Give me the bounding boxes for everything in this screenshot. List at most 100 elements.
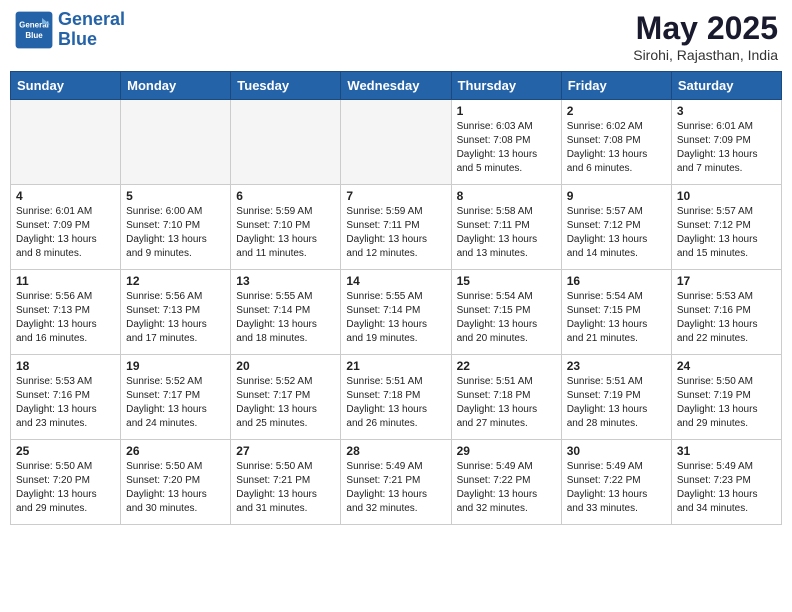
day-number: 19 — [126, 359, 225, 373]
calendar-cell — [11, 100, 121, 185]
day-number: 21 — [346, 359, 445, 373]
day-number: 27 — [236, 444, 335, 458]
day-number: 29 — [457, 444, 556, 458]
cell-content: Sunrise: 5:59 AM Sunset: 7:10 PM Dayligh… — [236, 205, 335, 261]
cell-content: Sunrise: 5:53 AM Sunset: 7:16 PM Dayligh… — [677, 290, 776, 346]
calendar-cell: 23 Sunrise: 5:51 AM Sunset: 7:19 PM Dayli… — [561, 355, 671, 440]
calendar-cell: 5 Sunrise: 6:00 AM Sunset: 7:10 PM Daylig… — [121, 185, 231, 270]
cell-content: Sunrise: 6:02 AM Sunset: 7:08 PM Dayligh… — [567, 120, 666, 176]
weekday-header-friday: Friday — [561, 72, 671, 100]
calendar-cell: 16Sunrise: 5:54 AM Sunset: 7:15 PM Dayli… — [561, 270, 671, 355]
day-number: 31 — [677, 444, 776, 458]
day-number: 16 — [567, 274, 666, 288]
calendar-cell: 1Sunrise: 6:03 AM Sunset: 7:08 PM Daylig… — [451, 100, 561, 185]
cell-content: Sunrise: 5:50 AM Sunset: 7:19 PM Dayligh… — [677, 375, 776, 431]
day-number: 12 — [126, 274, 225, 288]
calendar-cell — [341, 100, 451, 185]
cell-content: Sunrise: 5:54 AM Sunset: 7:15 PM Dayligh… — [457, 290, 556, 346]
title-block: May 2025 Sirohi, Rajasthan, India — [633, 10, 778, 63]
day-number: 13 — [236, 274, 335, 288]
calendar-cell: 13 Sunrise: 5:55 AM Sunset: 7:14 PM Dayli… — [231, 270, 341, 355]
calendar-cell: 2 Sunrise: 6:02 AM Sunset: 7:08 PM Daylig… — [561, 100, 671, 185]
calendar-cell: 31 Sunrise: 5:49 AM Sunset: 7:23 PM Dayli… — [671, 440, 781, 525]
cell-content: Sunrise: 5:49 AM Sunset: 7:21 PM Dayligh… — [346, 460, 445, 516]
day-number: 23 — [567, 359, 666, 373]
cell-content: Sunrise: 5:50 AM Sunset: 7:20 PM Dayligh… — [16, 460, 115, 516]
calendar-cell: 27 Sunrise: 5:50 AM Sunset: 7:21 PM Dayli… — [231, 440, 341, 525]
day-number: 1 — [457, 104, 556, 118]
cell-content: Sunrise: 6:01 AM Sunset: 7:09 PM Dayligh… — [16, 205, 115, 261]
calendar-cell: 9 Sunrise: 5:57 AM Sunset: 7:12 PM Daylig… — [561, 185, 671, 270]
cell-content: Sunrise: 5:51 AM Sunset: 7:18 PM Dayligh… — [346, 375, 445, 431]
weekday-header-row: SundayMondayTuesdayWednesdayThursdayFrid… — [11, 72, 782, 100]
month-title: May 2025 — [633, 10, 778, 47]
day-number: 7 — [346, 189, 445, 203]
day-number: 8 — [457, 189, 556, 203]
calendar-cell: 10Sunrise: 5:57 AM Sunset: 7:12 PM Dayli… — [671, 185, 781, 270]
calendar-cell: 12 Sunrise: 5:56 AM Sunset: 7:13 PM Dayli… — [121, 270, 231, 355]
day-number: 25 — [16, 444, 115, 458]
cell-content: Sunrise: 5:58 AM Sunset: 7:11 PM Dayligh… — [457, 205, 556, 261]
calendar-cell: 29 Sunrise: 5:49 AM Sunset: 7:22 PM Dayli… — [451, 440, 561, 525]
calendar-cell: 26Sunrise: 5:50 AM Sunset: 7:20 PM Dayli… — [121, 440, 231, 525]
cell-content: Sunrise: 5:57 AM Sunset: 7:12 PM Dayligh… — [567, 205, 666, 261]
day-number: 15 — [457, 274, 556, 288]
location-subtitle: Sirohi, Rajasthan, India — [633, 47, 778, 63]
calendar-cell: 14 Sunrise: 5:55 AM Sunset: 7:14 PM Dayli… — [341, 270, 451, 355]
cell-content: Sunrise: 5:49 AM Sunset: 7:22 PM Dayligh… — [457, 460, 556, 516]
cell-content: Sunrise: 6:00 AM Sunset: 7:10 PM Dayligh… — [126, 205, 225, 261]
day-number: 22 — [457, 359, 556, 373]
cell-content: Sunrise: 5:51 AM Sunset: 7:19 PM Dayligh… — [567, 375, 666, 431]
calendar-cell: 6 Sunrise: 5:59 AM Sunset: 7:10 PM Daylig… — [231, 185, 341, 270]
weekday-header-thursday: Thursday — [451, 72, 561, 100]
cell-content: Sunrise: 5:52 AM Sunset: 7:17 PM Dayligh… — [126, 375, 225, 431]
calendar-cell: 28 Sunrise: 5:49 AM Sunset: 7:21 PM Dayli… — [341, 440, 451, 525]
day-number: 9 — [567, 189, 666, 203]
cell-content: Sunrise: 5:50 AM Sunset: 7:21 PM Dayligh… — [236, 460, 335, 516]
day-number: 6 — [236, 189, 335, 203]
calendar-cell: 4 Sunrise: 6:01 AM Sunset: 7:09 PM Daylig… — [11, 185, 121, 270]
cell-content: Sunrise: 5:55 AM Sunset: 7:14 PM Dayligh… — [236, 290, 335, 346]
day-number: 11 — [16, 274, 115, 288]
svg-text:Blue: Blue — [25, 31, 43, 40]
cell-content: Sunrise: 5:53 AM Sunset: 7:16 PM Dayligh… — [16, 375, 115, 431]
day-number: 2 — [567, 104, 666, 118]
day-number: 3 — [677, 104, 776, 118]
logo-icon: General Blue — [14, 10, 54, 50]
calendar-cell: 17 Sunrise: 5:53 AM Sunset: 7:16 PM Dayli… — [671, 270, 781, 355]
day-number: 14 — [346, 274, 445, 288]
cell-content: Sunrise: 5:51 AM Sunset: 7:18 PM Dayligh… — [457, 375, 556, 431]
logo-text: General Blue — [58, 10, 125, 50]
cell-content: Sunrise: 5:49 AM Sunset: 7:23 PM Dayligh… — [677, 460, 776, 516]
day-number: 20 — [236, 359, 335, 373]
cell-content: Sunrise: 5:56 AM Sunset: 7:13 PM Dayligh… — [126, 290, 225, 346]
cell-content: Sunrise: 5:56 AM Sunset: 7:13 PM Dayligh… — [16, 290, 115, 346]
day-number: 28 — [346, 444, 445, 458]
day-number: 4 — [16, 189, 115, 203]
weekday-header-wednesday: Wednesday — [341, 72, 451, 100]
calendar-cell: 20Sunrise: 5:52 AM Sunset: 7:17 PM Dayli… — [231, 355, 341, 440]
page-header: General Blue General Blue May 2025 Siroh… — [10, 10, 782, 63]
day-number: 30 — [567, 444, 666, 458]
calendar-cell: 19 Sunrise: 5:52 AM Sunset: 7:17 PM Dayli… — [121, 355, 231, 440]
calendar-cell: 7Sunrise: 5:59 AM Sunset: 7:11 PM Daylig… — [341, 185, 451, 270]
weekday-header-sunday: Sunday — [11, 72, 121, 100]
calendar-cell: 11 Sunrise: 5:56 AM Sunset: 7:13 PM Dayli… — [11, 270, 121, 355]
calendar-table: SundayMondayTuesdayWednesdayThursdayFrid… — [10, 71, 782, 525]
day-number: 24 — [677, 359, 776, 373]
week-row-4: 18 Sunrise: 5:53 AM Sunset: 7:16 PM Dayli… — [11, 355, 782, 440]
day-number: 18 — [16, 359, 115, 373]
cell-content: Sunrise: 5:55 AM Sunset: 7:14 PM Dayligh… — [346, 290, 445, 346]
weekday-header-saturday: Saturday — [671, 72, 781, 100]
calendar-cell: 8 Sunrise: 5:58 AM Sunset: 7:11 PM Daylig… — [451, 185, 561, 270]
day-number: 17 — [677, 274, 776, 288]
calendar-cell — [231, 100, 341, 185]
calendar-cell: 21 Sunrise: 5:51 AM Sunset: 7:18 PM Dayli… — [341, 355, 451, 440]
day-number: 5 — [126, 189, 225, 203]
weekday-header-monday: Monday — [121, 72, 231, 100]
cell-content: Sunrise: 5:49 AM Sunset: 7:22 PM Dayligh… — [567, 460, 666, 516]
calendar-cell: 25 Sunrise: 5:50 AM Sunset: 7:20 PM Dayli… — [11, 440, 121, 525]
calendar-cell: 30 Sunrise: 5:49 AM Sunset: 7:22 PM Dayli… — [561, 440, 671, 525]
day-number: 26 — [126, 444, 225, 458]
week-row-5: 25 Sunrise: 5:50 AM Sunset: 7:20 PM Dayli… — [11, 440, 782, 525]
